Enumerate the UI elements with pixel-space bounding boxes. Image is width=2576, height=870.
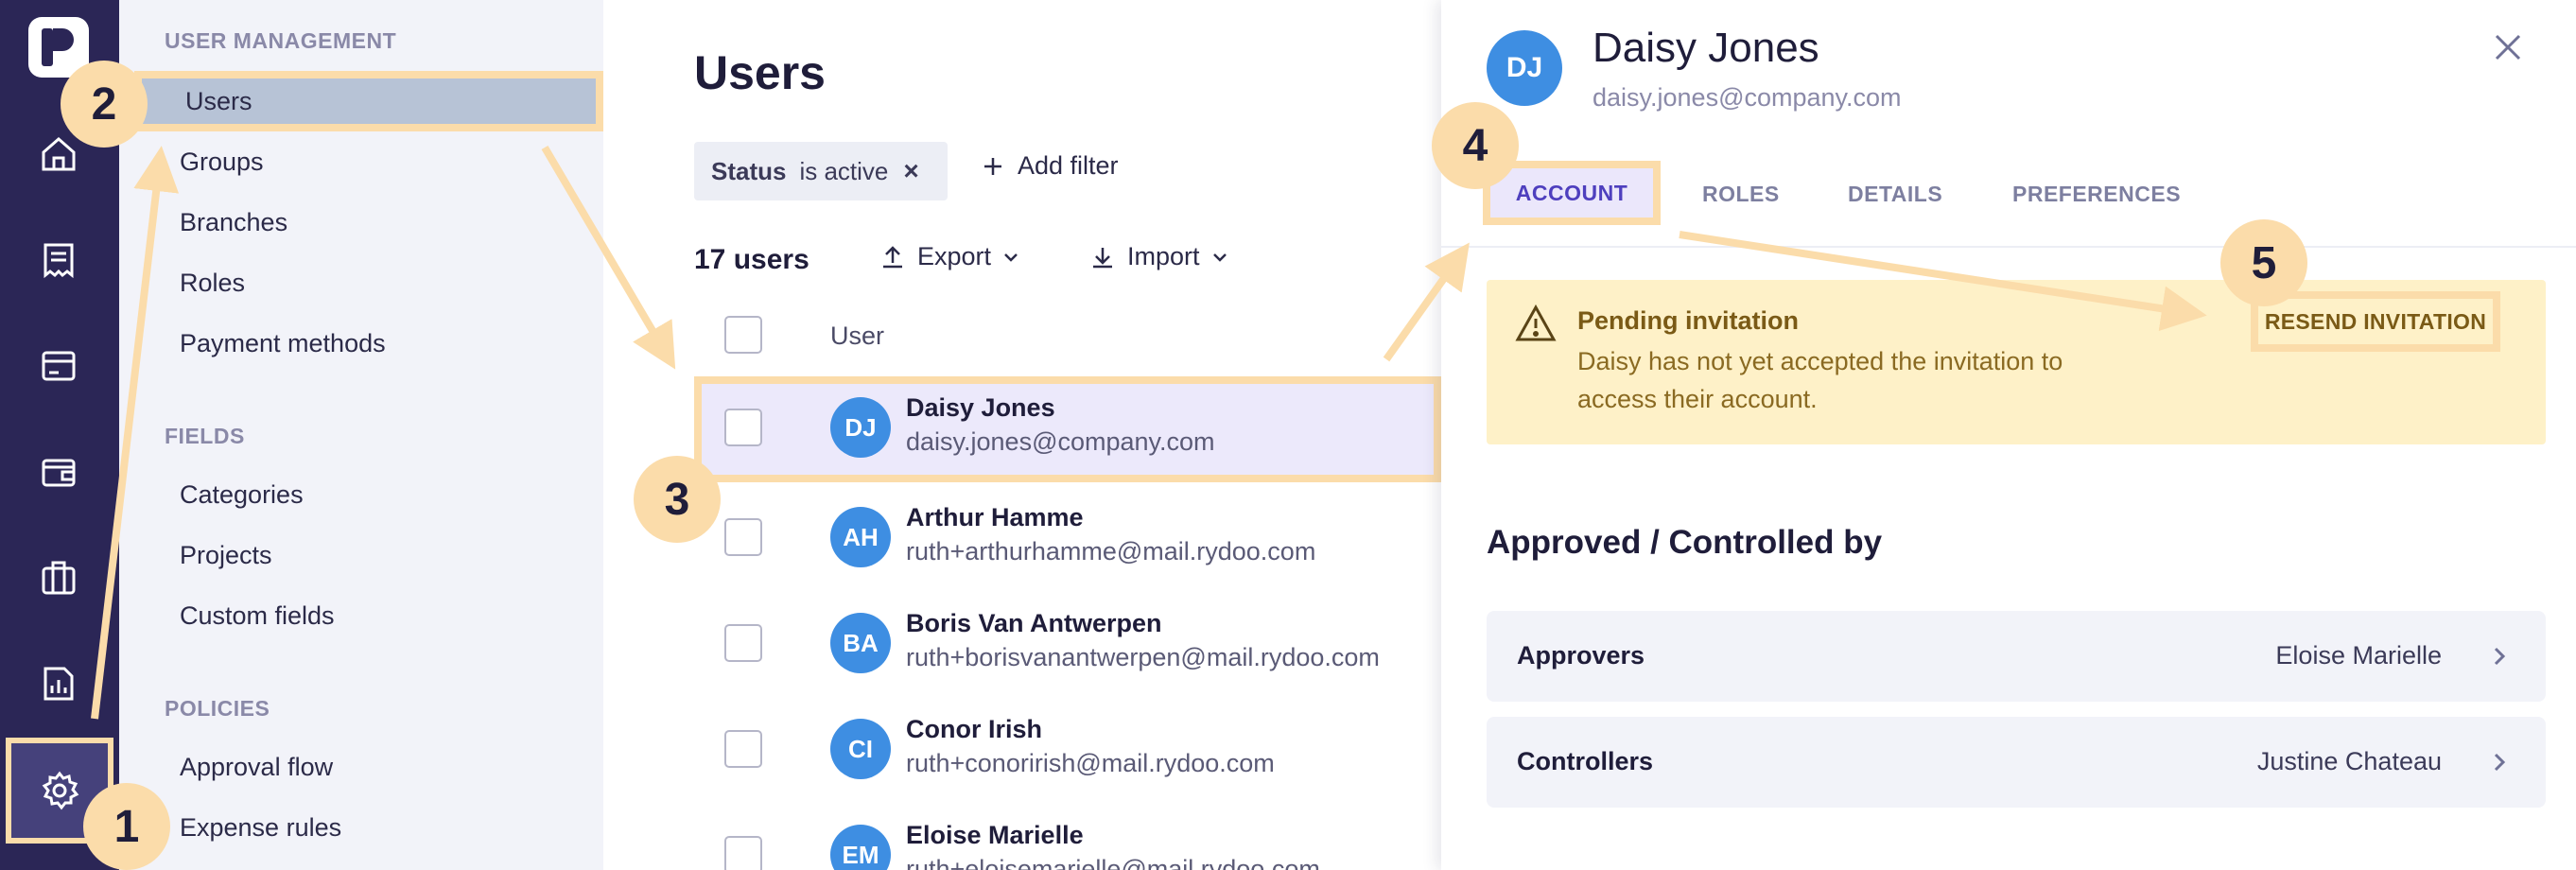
briefcase-icon[interactable] [31, 550, 86, 605]
user-name: Boris Van Antwerpen [906, 609, 1162, 637]
receipt-icon[interactable] [31, 233, 86, 287]
import-label: Import [1127, 242, 1200, 270]
user-email: ruth+arthurhamme@mail.rydoo.com [906, 537, 1316, 566]
wallet-icon[interactable] [31, 444, 86, 499]
table-row[interactable]: DJ Daisy Jones daisy.jones@company.com [694, 376, 1441, 482]
export-button[interactable]: Export [879, 242, 1019, 271]
row-checkbox[interactable] [724, 730, 762, 768]
user-email: ruth+conorirish@mail.rydoo.com [906, 749, 1275, 777]
user-email: daisy.jones@company.com [906, 427, 1215, 456]
avatar: CI [830, 719, 891, 779]
approvers-label: Approvers [1517, 641, 1645, 670]
filter-key: Status [711, 156, 787, 185]
add-filter-label: Add filter [1018, 151, 1119, 180]
step-badge-4: 4 [1432, 102, 1519, 189]
row-checkbox[interactable] [724, 409, 762, 446]
user-name: Daisy Jones [906, 393, 1055, 422]
filter-value: is active [799, 156, 889, 185]
alert-message: Daisy has not yet accepted the invitatio… [1577, 347, 2063, 413]
nav-item-categories[interactable]: Categories [180, 480, 304, 510]
page-title: Users [694, 46, 826, 99]
controllers-value: Justine Chateau [2256, 747, 2442, 775]
section-title: Approved / Controlled by [1487, 524, 1883, 561]
warning-icon [1515, 304, 1557, 347]
table-row[interactable]: AH Arthur Hamme ruth+arthurhamme@mail.ry… [694, 486, 1441, 592]
users-list-pane: Users Status is active × Add filter 17 u… [603, 0, 1441, 870]
nav-item-groups[interactable]: Groups [180, 148, 264, 177]
nav-group-user-management: USER MANAGEMENT [165, 28, 397, 53]
resend-invitation-button[interactable]: RESEND INVITATION [2251, 291, 2500, 352]
controllers-label: Controllers [1517, 747, 1654, 775]
add-filter-button[interactable]: Add filter [982, 151, 1119, 181]
tab-preferences[interactable]: PREFERENCES [2012, 182, 2181, 207]
download-icon [1093, 247, 1112, 268]
user-name: Arthur Hamme [906, 503, 1084, 531]
row-checkbox[interactable] [724, 836, 762, 870]
close-icon[interactable] [2493, 32, 2523, 67]
chevron-right-icon [2491, 749, 2508, 780]
avatar: DJ [830, 397, 891, 458]
user-count: 17 users [694, 244, 809, 275]
tab-details[interactable]: DETAILS [1848, 182, 1942, 207]
import-button[interactable]: Import [1089, 242, 1228, 271]
nav-item-payment-methods[interactable]: Payment methods [180, 329, 386, 358]
tab-roles[interactable]: ROLES [1702, 182, 1780, 207]
chevron-right-icon [2491, 643, 2508, 674]
approvers-row[interactable]: Approvers Eloise Marielle [1487, 611, 2546, 702]
card-icon[interactable] [31, 339, 86, 393]
nav-item-expense-rules[interactable]: Expense rules [180, 813, 341, 843]
nav-item-users[interactable]: Users [134, 71, 603, 131]
user-email: ruth+borisvanantwerpen@mail.rydoo.com [906, 643, 1380, 671]
nav-item-approval-flow[interactable]: Approval flow [180, 753, 333, 782]
remove-filter-icon[interactable]: × [903, 156, 918, 186]
nav-group-fields: FIELDS [165, 424, 245, 448]
table-row[interactable]: EM Eloise Marielle ruth+eloisemarielle@m… [694, 804, 1441, 870]
nav-group-policies: POLICIES [165, 696, 270, 721]
user-name: Eloise Marielle [906, 821, 1084, 849]
user-detail-panel: DJ Daisy Jones daisy.jones@company.com A… [1441, 0, 2576, 870]
nav-item-branches[interactable]: Branches [180, 208, 287, 237]
step-badge-2: 2 [61, 61, 148, 148]
nav-item-custom-fields[interactable]: Custom fields [180, 601, 335, 631]
alert-title: Pending invitation [1577, 306, 1799, 335]
table-row[interactable]: CI Conor Irish ruth+conorirish@mail.rydo… [694, 698, 1441, 804]
nav-item-projects[interactable]: Projects [180, 541, 272, 570]
row-checkbox[interactable] [724, 518, 762, 556]
avatar: BA [830, 613, 891, 673]
plus-icon [984, 157, 1001, 175]
pending-invitation-alert: Pending invitation Daisy has not yet acc… [1487, 280, 2546, 444]
chevron-down-icon [1212, 252, 1227, 262]
step-badge-5: 5 [2220, 219, 2307, 306]
user-name: Conor Irish [906, 715, 1043, 743]
column-header-user: User [830, 322, 885, 350]
upload-icon [883, 245, 902, 268]
step-badge-3: 3 [634, 456, 721, 543]
avatar: DJ [1487, 30, 1562, 106]
avatar: EM [830, 825, 891, 870]
tabs-divider [1441, 246, 2576, 248]
status-filter-chip[interactable]: Status is active × [694, 142, 948, 200]
step-badge-1: 1 [83, 783, 170, 870]
approvers-value: Eloise Marielle [2275, 641, 2442, 670]
nav-item-roles[interactable]: Roles [180, 269, 245, 298]
settings-nav: USER MANAGEMENT Users Groups Branches Ro… [119, 0, 603, 870]
export-label: Export [917, 242, 992, 270]
report-icon[interactable] [31, 656, 86, 711]
table-row[interactable]: BA Boris Van Antwerpen ruth+borisvanantw… [694, 592, 1441, 698]
user-email: ruth+eloisemarielle@mail.rydoo.com [906, 855, 1320, 870]
controllers-row[interactable]: Controllers Justine Chateau [1487, 717, 2546, 808]
detail-user-email: daisy.jones@company.com [1593, 83, 1902, 112]
select-all-checkbox[interactable] [724, 316, 762, 354]
chevron-down-icon [1004, 252, 1018, 262]
avatar: AH [830, 507, 891, 567]
row-checkbox[interactable] [724, 624, 762, 662]
detail-user-name: Daisy Jones [1593, 25, 1819, 71]
